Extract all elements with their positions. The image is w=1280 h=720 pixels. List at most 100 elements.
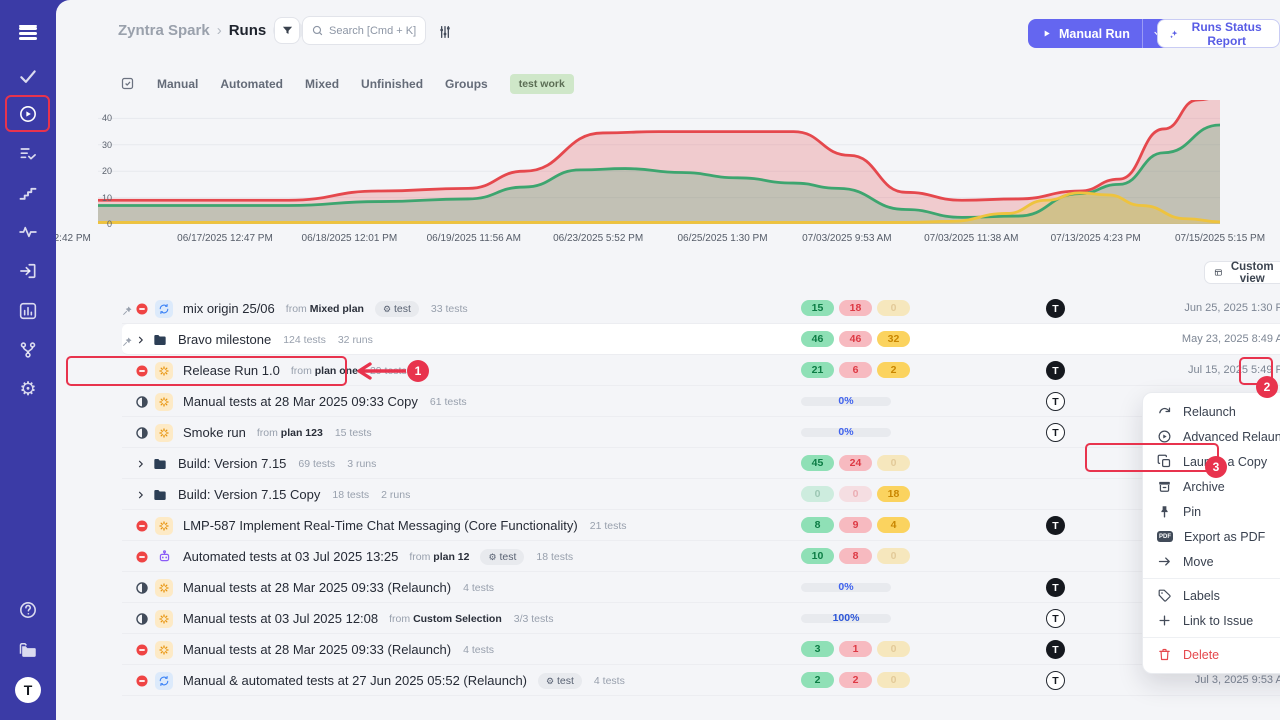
- menu-item-labels[interactable]: Labels: [1143, 583, 1280, 608]
- run-title: Manual tests at 28 Mar 2025 09:33 (Relau…: [183, 580, 451, 595]
- search-input[interactable]: [329, 25, 417, 37]
- in-progress-status-icon: [135, 581, 149, 595]
- menu-item-pin[interactable]: Pin: [1143, 499, 1280, 524]
- run-row[interactable]: Bravo milestone124 tests32 runs464632May…: [122, 324, 1280, 355]
- workspace-avatar[interactable]: T: [0, 677, 56, 703]
- manual-run-split-button[interactable]: Manual Run: [1028, 19, 1172, 48]
- filter-tabs: Manual Automated Mixed Unfinished Groups tes…: [120, 74, 574, 94]
- run-row[interactable]: Manual & automated tests at 27 Jun 2025 …: [122, 665, 1280, 696]
- tab-automated[interactable]: Automated: [220, 77, 283, 91]
- runs-trend-chart: 403020100 17/2025 12:42 PM06/17/2025 12:…: [56, 94, 1280, 250]
- breadcrumb-project[interactable]: Zyntra Spark: [118, 22, 210, 39]
- run-row[interactable]: Manual tests at 28 Mar 2025 09:33 (Relau…: [122, 634, 1280, 665]
- sidebar-item-help[interactable]: [0, 600, 56, 620]
- assignee-avatar[interactable]: T: [1046, 640, 1065, 659]
- tests-count: 15 tests: [335, 427, 372, 439]
- run-row[interactable]: mix origin 25/06from Mixed plan⚙ test33 …: [122, 293, 1280, 324]
- sidebar-item-analytics[interactable]: [0, 301, 56, 321]
- search-icon: [311, 24, 324, 37]
- run-date: Jun 25, 2025 1:30 PM: [1184, 302, 1280, 314]
- assignee-avatar[interactable]: T: [1046, 578, 1065, 597]
- assignee-avatar[interactable]: T: [1046, 392, 1065, 411]
- pdf-icon: PDF: [1157, 531, 1173, 542]
- custom-view-button[interactable]: Custom view: [1204, 261, 1280, 284]
- result-counts: 0018: [801, 486, 910, 502]
- sidebar-item-results[interactable]: [0, 66, 56, 86]
- sidebar-item-settings[interactable]: ⚙: [0, 380, 56, 399]
- stopped-status-icon: [135, 364, 149, 378]
- spinner-icon: [158, 613, 170, 625]
- runs-count: 32 runs: [338, 334, 373, 346]
- sidebar-item-branches[interactable]: [0, 340, 56, 360]
- menu-item-link-to-issue[interactable]: Link to Issue: [1143, 608, 1280, 633]
- runs-status-report-button[interactable]: Runs Status Report: [1157, 19, 1280, 48]
- menu-item-advanced-relaunch[interactable]: Advanced Relaunch: [1143, 424, 1280, 449]
- saved-views-icon[interactable]: [120, 75, 135, 93]
- search-box[interactable]: [302, 16, 426, 45]
- run-row[interactable]: Manual tests at 03 Jul 2025 12:08from Cu…: [122, 603, 1280, 634]
- assignee-avatar[interactable]: T: [1046, 671, 1065, 690]
- run-row[interactable]: Release Run 1.0from plan one29 tests2162…: [122, 355, 1280, 386]
- menu-item-move[interactable]: Move: [1143, 549, 1280, 574]
- gear-icon: ⚙: [19, 380, 36, 399]
- assignee-avatar[interactable]: T: [1046, 609, 1065, 628]
- view-settings-button[interactable]: [437, 23, 453, 41]
- pulse-icon: [18, 222, 38, 242]
- table-view-icon: [1214, 266, 1223, 279]
- tab-unfinished[interactable]: Unfinished: [361, 77, 423, 91]
- run-tag[interactable]: ⚙ test: [375, 301, 419, 317]
- sync-icon: [158, 675, 170, 687]
- assignee-avatar[interactable]: T: [1046, 361, 1065, 380]
- menu-item-relaunch[interactable]: Relaunch: [1143, 399, 1280, 424]
- count-pill: 24: [839, 455, 872, 471]
- sliders-icon: [437, 24, 453, 40]
- menu-item-archive[interactable]: Archive: [1143, 474, 1280, 499]
- run-source: from Custom Selection: [389, 613, 502, 625]
- sidebar-item-plans[interactable]: [0, 183, 56, 203]
- menu-item-launch-a-copy[interactable]: Launch a Copy: [1143, 449, 1280, 474]
- run-title: Manual & automated tests at 27 Jun 2025 …: [183, 673, 527, 688]
- sidebar-item-import[interactable]: [0, 261, 56, 281]
- run-row[interactable]: Automated tests at 03 Jul 2025 13:25from…: [122, 541, 1280, 572]
- assignee-avatar[interactable]: T: [1046, 299, 1065, 318]
- sync-icon: [158, 303, 170, 315]
- spinner-icon: [158, 644, 170, 656]
- assignee-avatar[interactable]: T: [1046, 423, 1065, 442]
- menu-item-export-as-pdf[interactable]: PDFExport as PDF: [1143, 524, 1280, 549]
- runs-count: 2 runs: [381, 489, 410, 501]
- run-row[interactable]: Smoke runfrom plan 12315 tests0%T: [122, 417, 1280, 448]
- tests-count: 4 tests: [463, 644, 494, 656]
- assignee-avatar[interactable]: T: [1046, 516, 1065, 535]
- run-row[interactable]: LMP-587 Implement Real-Time Chat Messagi…: [122, 510, 1280, 541]
- sidebar-item-test-cases[interactable]: [0, 144, 56, 164]
- expand-chevron-icon: [135, 489, 147, 501]
- sidebar-item-runs[interactable]: [0, 104, 56, 124]
- folder-icon: [152, 456, 168, 472]
- tests-count: 69 tests: [298, 458, 335, 470]
- menu-toggle-icon[interactable]: [0, 22, 56, 30]
- run-tag[interactable]: ⚙ test: [538, 673, 582, 689]
- count-pill: 4: [877, 517, 910, 533]
- count-pill: 0: [839, 486, 872, 502]
- filter-button[interactable]: [274, 17, 300, 44]
- sidebar: ⚙ T: [0, 0, 56, 720]
- active-filter-tag[interactable]: test work: [510, 74, 574, 94]
- sidebar-item-activity[interactable]: [0, 222, 56, 242]
- run-row[interactable]: Build: Version 7.1569 tests3 runs45240: [122, 448, 1280, 479]
- sidebar-item-projects[interactable]: [0, 640, 56, 660]
- tests-count: 33 tests: [431, 303, 468, 315]
- move-icon: [1157, 554, 1172, 569]
- run-title: Smoke run: [183, 425, 246, 440]
- result-counts: 2162: [801, 362, 910, 378]
- main-content: Zyntra Spark › Runs 246 Manual Run Runs …: [56, 0, 1280, 720]
- tab-groups[interactable]: Groups: [445, 77, 488, 91]
- tab-manual[interactable]: Manual: [157, 77, 198, 91]
- run-row[interactable]: Manual tests at 28 Mar 2025 09:33 Copy61…: [122, 386, 1280, 417]
- menu-item-delete[interactable]: Delete: [1143, 642, 1280, 667]
- run-row[interactable]: Manual tests at 28 Mar 2025 09:33 (Relau…: [122, 572, 1280, 603]
- run-row[interactable]: Build: Version 7.15 Copy18 tests2 runs00…: [122, 479, 1280, 510]
- run-tag[interactable]: ⚙ test: [480, 549, 524, 565]
- tab-mixed[interactable]: Mixed: [305, 77, 339, 91]
- manual-run-button[interactable]: Manual Run: [1028, 27, 1142, 41]
- area-chart: [98, 100, 1220, 224]
